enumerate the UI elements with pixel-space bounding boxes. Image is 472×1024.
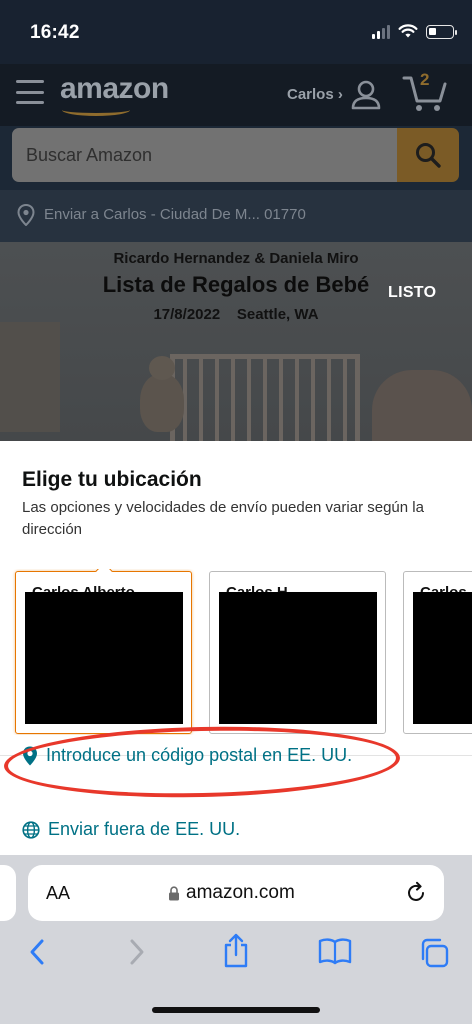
address-card[interactable]: Carlos [403,571,472,734]
address-bar[interactable]: AA amazon.com [28,865,444,921]
globe-icon [22,820,40,839]
deliver-to-text: Enviar a Carlos - Ciudad De M... 01770 [44,206,306,223]
amazon-logo[interactable]: amazon [60,72,169,106]
url-text: amazon.com [186,882,295,903]
redacted-address-block [25,592,183,724]
tabs-icon[interactable] [418,937,450,969]
nursery-rocking-chair [372,370,472,441]
registry-date-location: 17/8/2022 Seattle, WA [153,306,319,323]
status-time: 16:42 [30,22,80,43]
cart-count-badge: 2 [420,70,430,89]
cellular-signal-icon [372,24,390,39]
url-display[interactable]: amazon.com [168,882,295,904]
deliver-to-row[interactable]: Enviar a Carlos - Ciudad De M... 01770 [0,190,472,242]
search-input[interactable] [26,128,386,182]
account-icon[interactable] [350,78,382,110]
sheet-subtitle: Las opciones y velocidades de envío pued… [22,499,424,538]
ship-outside-us-label: Enviar fuera de EE. UU. [48,819,241,839]
search-button[interactable] [397,128,459,182]
sheet-title: Elige tu ubicación [22,468,202,491]
battery-icon [426,24,457,39]
search-box[interactable] [12,128,397,182]
redacted-address-block [413,592,472,724]
nursery-crib [170,354,360,441]
ship-outside-us-link[interactable]: Enviar fuera de EE. UU. [22,819,240,840]
home-indicator[interactable] [152,1007,320,1013]
redacted-address-block [219,592,377,724]
choose-location-sheet: Elige tu ubicación Las opciones y veloci… [0,441,472,855]
menu-icon[interactable] [16,80,44,104]
nursery-shelf [0,322,60,432]
done-button[interactable]: LISTO [388,284,436,302]
teddy-bear [140,356,184,432]
status-bar: 16:42 [0,0,472,64]
safari-nav-bar [0,933,472,977]
lock-icon [169,885,179,900]
wifi-icon [398,24,418,38]
location-pin-icon [17,204,35,226]
back-icon[interactable] [26,937,48,967]
forward-icon[interactable] [126,937,148,967]
amazon-page-dimmed: amazon Carlos › 2 Enviar a Carlos - Ciud… [0,64,472,441]
amazon-header: amazon Carlos › 2 [0,64,472,126]
aa-label: AA [46,883,71,903]
amazon-smile-icon [62,104,130,116]
registry-names: Ricardo Hernandez & Daniela Miro [113,250,359,267]
address-card[interactable]: Carlos H [209,571,386,734]
reload-icon[interactable] [404,881,428,905]
address-cards: Carlos Alberto Carlos H Carlos [0,569,472,735]
selected-indicator [95,569,113,580]
safari-toolbar: AA amazon.com [0,855,472,1024]
address-card[interactable]: Carlos Alberto [15,569,192,734]
search-icon [416,143,441,168]
account-link[interactable]: Carlos › [287,86,343,103]
status-icons [372,24,457,39]
bookmarks-icon[interactable] [318,937,352,965]
page-settings-button[interactable]: AA [46,883,70,904]
previous-tab-peek[interactable] [0,865,16,921]
baby-registry-banner: Ricardo Hernandez & Daniela Miro Lista d… [0,242,472,441]
share-icon[interactable] [221,933,251,969]
